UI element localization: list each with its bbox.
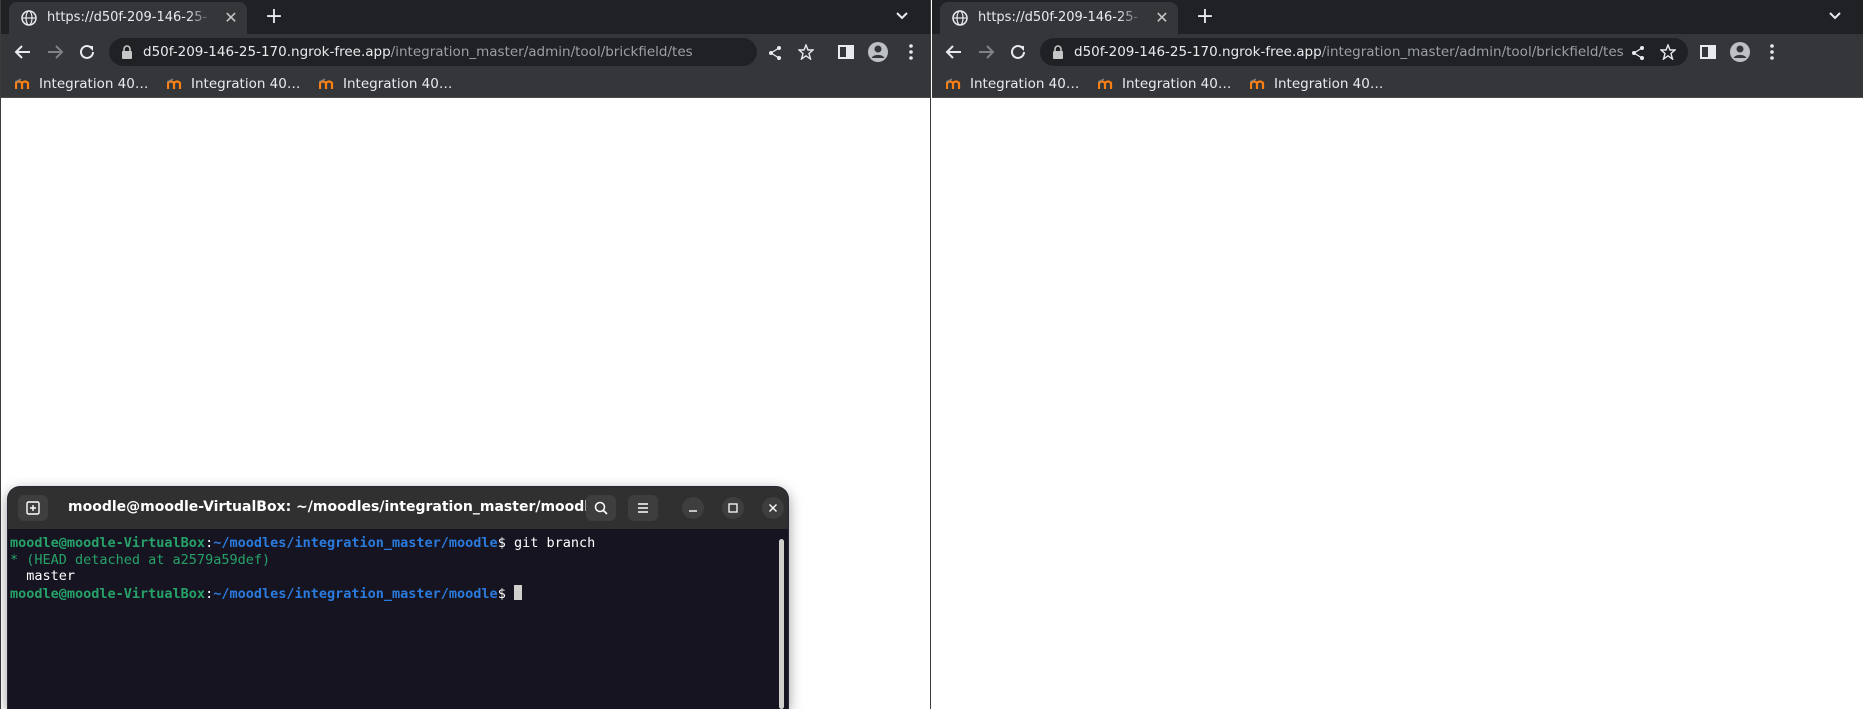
maximize-button[interactable] bbox=[722, 497, 744, 519]
side-panel-icon[interactable] bbox=[1697, 41, 1719, 63]
new-tab-icon bbox=[26, 501, 40, 515]
star-icon[interactable] bbox=[798, 44, 814, 60]
close-icon[interactable]: ✕ bbox=[222, 9, 240, 27]
browser-window-right: https://d50f-209-146-25-1 ✕ + d50f-209-1… bbox=[932, 0, 1863, 709]
bookmark-label: Integration 40… bbox=[1122, 76, 1232, 92]
terminal-line: master bbox=[10, 568, 76, 584]
terminal-line: moodle@moodle-VirtualBox:~/moodles/integ… bbox=[10, 584, 788, 602]
browser-chrome: https://d50f-209-146-25-1 ✕ + d50f-209-1… bbox=[932, 0, 1863, 98]
chevron-down-icon[interactable] bbox=[892, 6, 912, 26]
moodle-logo-icon bbox=[15, 78, 30, 89]
kebab-menu-icon[interactable] bbox=[900, 41, 922, 63]
search-icon bbox=[594, 501, 608, 515]
bookmarks-bar: Integration 40… Integration 40… Integrat… bbox=[1, 70, 930, 98]
browser-toolbar: d50f-209-146-25-170.ngrok-free.app/integ… bbox=[1, 34, 930, 70]
chevron-down-icon[interactable] bbox=[1825, 6, 1845, 26]
lock-icon[interactable] bbox=[1052, 45, 1064, 59]
url-path: /integration_master/admin/tool/brickfiel… bbox=[1321, 44, 1624, 60]
terminal-header[interactable]: moodle@moodle-VirtualBox: ~/moodles/inte… bbox=[8, 487, 788, 529]
command-text: git branch bbox=[513, 535, 596, 551]
plus-icon[interactable]: + bbox=[1192, 4, 1218, 30]
bookmark-item[interactable]: Integration 40… bbox=[1250, 74, 1383, 94]
arrow-left-icon[interactable] bbox=[12, 41, 34, 63]
profile-icon[interactable] bbox=[867, 41, 889, 63]
prompt-separator: : bbox=[205, 585, 214, 602]
address-bar[interactable]: d50f-209-146-25-170.ngrok-free.app/integ… bbox=[109, 38, 781, 66]
terminal-search-button[interactable] bbox=[586, 495, 616, 521]
url-host: d50f-209-146-25-170.ngrok-free.app bbox=[1074, 44, 1322, 60]
page-viewport[interactable] bbox=[932, 98, 1863, 709]
hamburger-menu-icon bbox=[638, 503, 648, 513]
tab-title: https://d50f-209-146-25-1 bbox=[47, 10, 207, 25]
browser-tab[interactable]: https://d50f-209-146-25-1 ✕ bbox=[940, 2, 1178, 34]
prompt-symbol: $ bbox=[497, 585, 514, 602]
bookmark-label: Integration 40… bbox=[970, 76, 1080, 92]
bookmark-label: Integration 40… bbox=[1274, 76, 1384, 92]
minimize-icon bbox=[689, 510, 697, 512]
lock-icon[interactable] bbox=[121, 45, 133, 59]
minimize-button[interactable] bbox=[682, 497, 704, 519]
terminal-output[interactable]: moodle@moodle-VirtualBox:~/moodles/integ… bbox=[8, 531, 788, 709]
moodle-logo-icon bbox=[167, 78, 182, 89]
tab-title: https://d50f-209-146-25-1 bbox=[978, 10, 1138, 25]
side-panel-icon[interactable] bbox=[835, 41, 857, 63]
reload-icon[interactable] bbox=[76, 41, 98, 63]
arrow-right-icon[interactable] bbox=[975, 41, 997, 63]
close-icon bbox=[769, 504, 777, 512]
prompt-symbol: $ bbox=[497, 535, 514, 551]
terminal-window[interactable]: moodle@moodle-VirtualBox: ~/moodles/inte… bbox=[8, 487, 788, 709]
bookmark-item[interactable]: Integration 40… bbox=[319, 74, 452, 94]
prompt-path: ~/moodles/integration_master/moodle bbox=[213, 585, 498, 602]
bookmark-label: Integration 40… bbox=[39, 76, 149, 92]
browser-tab[interactable]: https://d50f-209-146-25-1 ✕ bbox=[9, 2, 247, 34]
bookmark-label: Integration 40… bbox=[343, 76, 453, 92]
terminal-title: moodle@moodle-VirtualBox: ~/moodles/inte… bbox=[68, 499, 599, 515]
share-icon[interactable] bbox=[1630, 45, 1646, 61]
url-text: d50f-209-146-25-170.ngrok-free.app/integ… bbox=[143, 44, 693, 60]
tab-strip: https://d50f-209-146-25-1 ✕ + bbox=[1, 0, 930, 34]
terminal-menu-button[interactable] bbox=[628, 495, 658, 521]
tab-title-fade bbox=[187, 6, 213, 30]
kebab-menu-icon[interactable] bbox=[1761, 41, 1783, 63]
moodle-logo-icon bbox=[1250, 78, 1265, 89]
close-button[interactable] bbox=[762, 497, 784, 519]
tab-title-fade bbox=[1118, 6, 1144, 30]
moodle-logo-icon bbox=[319, 78, 334, 89]
text-cursor bbox=[513, 584, 522, 600]
prompt-separator: : bbox=[205, 535, 214, 551]
prompt-user: moodle@moodle-VirtualBox bbox=[10, 535, 206, 551]
profile-icon[interactable] bbox=[1729, 41, 1751, 63]
reload-icon[interactable] bbox=[1007, 41, 1029, 63]
url-path: /integration_master/admin/tool/brickfiel… bbox=[390, 44, 693, 60]
star-icon[interactable] bbox=[1660, 44, 1676, 60]
browser-chrome: https://d50f-209-146-25-1 ✕ + d50f-209-1… bbox=[1, 0, 930, 98]
terminal-line: * (HEAD detached at a2579a59def) bbox=[10, 551, 271, 568]
bookmark-item[interactable]: Integration 40… bbox=[167, 74, 300, 94]
bookmark-label: Integration 40… bbox=[191, 76, 301, 92]
arrow-right-icon[interactable] bbox=[44, 41, 66, 63]
browser-toolbar: d50f-209-146-25-170.ngrok-free.app/integ… bbox=[932, 34, 1863, 70]
prompt-user: moodle@moodle-VirtualBox bbox=[10, 585, 206, 602]
terminal-line: moodle@moodle-VirtualBox:~/moodles/integ… bbox=[10, 535, 788, 552]
share-icon[interactable] bbox=[767, 45, 783, 61]
plus-icon[interactable]: + bbox=[261, 4, 287, 30]
prompt-path: ~/moodles/integration_master/moodle bbox=[213, 535, 498, 551]
arrow-left-icon[interactable] bbox=[943, 41, 965, 63]
bookmarks-bar: Integration 40… Integration 40… Integrat… bbox=[932, 70, 1863, 98]
url-text: d50f-209-146-25-170.ngrok-free.app/integ… bbox=[1074, 44, 1624, 60]
globe-icon bbox=[21, 10, 37, 26]
close-icon[interactable]: ✕ bbox=[1153, 9, 1171, 27]
bookmark-item[interactable]: Integration 40… bbox=[946, 74, 1079, 94]
terminal-scrollbar[interactable] bbox=[779, 539, 784, 709]
globe-icon bbox=[952, 10, 968, 26]
maximize-icon bbox=[728, 503, 738, 513]
terminal-new-tab-button[interactable] bbox=[18, 495, 48, 521]
address-bar[interactable]: d50f-209-146-25-170.ngrok-free.app/integ… bbox=[1040, 38, 1688, 66]
bookmark-item[interactable]: Integration 40… bbox=[1098, 74, 1231, 94]
moodle-logo-icon bbox=[1098, 78, 1113, 89]
url-host: d50f-209-146-25-170.ngrok-free.app bbox=[143, 44, 391, 60]
tab-strip: https://d50f-209-146-25-1 ✕ + bbox=[932, 0, 1863, 34]
bookmark-item[interactable]: Integration 40… bbox=[15, 74, 148, 94]
moodle-logo-icon bbox=[946, 78, 961, 89]
